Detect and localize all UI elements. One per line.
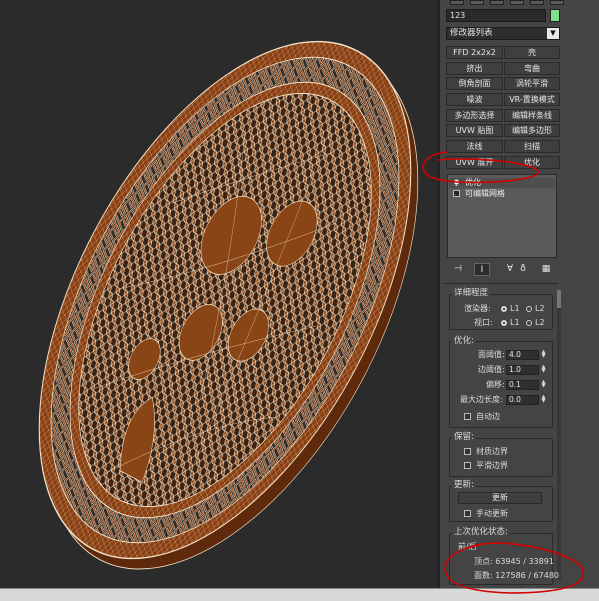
configure-sets-icon[interactable]: ▦ bbox=[539, 263, 553, 276]
spinner-arrows-icon[interactable]: ▲ ▼ bbox=[540, 365, 547, 375]
svg-text:-: - bbox=[455, 192, 457, 197]
panel-scrollbar[interactable] bbox=[557, 290, 561, 580]
viewport-3d[interactable] bbox=[0, 0, 438, 588]
modifier-button[interactable]: 倒角剖面 bbox=[446, 77, 503, 90]
modifier-button[interactable]: 多边形选择 bbox=[446, 109, 503, 122]
viewport-l2-radio[interactable] bbox=[526, 320, 532, 326]
bias-label: 偏移: bbox=[486, 380, 505, 389]
auto-edge-label: 自动边 bbox=[476, 412, 500, 421]
modifier-stack[interactable]: 优化 - 可编辑网格 bbox=[447, 174, 557, 258]
preserve-title: 保留: bbox=[452, 432, 476, 442]
modifier-button[interactable]: UVW 展开 bbox=[446, 156, 503, 169]
modifier-button[interactable]: 编辑多边形 bbox=[504, 124, 560, 137]
renderer-l2-radio[interactable] bbox=[526, 306, 532, 312]
panel-scroll-thumb[interactable] bbox=[557, 290, 561, 308]
max-edge-length-spinner[interactable]: 0.0 bbox=[506, 395, 539, 405]
stack-item-editable-mesh[interactable]: - 可编辑网格 bbox=[449, 189, 555, 199]
stack-item-label: 优化 bbox=[465, 178, 481, 187]
viewport-l2-label: L2 bbox=[535, 318, 545, 327]
optimize-title: 优化: bbox=[452, 336, 476, 346]
chevron-down-icon: ▼ bbox=[547, 28, 559, 39]
object-name-field[interactable]: 123 bbox=[446, 9, 546, 22]
face-threshold-spinner[interactable]: 4.0 bbox=[506, 350, 539, 360]
modifier-button[interactable]: FFD 2x2x2 bbox=[446, 46, 503, 59]
update-title: 更新: bbox=[452, 480, 476, 490]
smooth-boundary-checkbox[interactable] bbox=[464, 462, 471, 469]
modifier-button[interactable]: 法线 bbox=[446, 140, 503, 153]
edge-threshold-spinner[interactable]: 1.0 bbox=[506, 365, 539, 375]
modifier-button[interactable]: 涡轮平滑 bbox=[504, 77, 560, 90]
tab-motion[interactable] bbox=[510, 0, 524, 5]
modifier-button[interactable]: 挤出 bbox=[446, 62, 503, 75]
vertex-count: 顶点: 63945 / 33891 bbox=[474, 557, 554, 566]
modifier-button[interactable]: UVW 贴图 bbox=[446, 124, 503, 137]
renderer-l1-label: L1 bbox=[510, 304, 520, 313]
renderer-label: 渲染器: bbox=[464, 304, 491, 313]
viewport-l1-label: L1 bbox=[510, 318, 520, 327]
show-end-result-icon[interactable]: Ⅰ bbox=[474, 263, 490, 276]
manual-update-label: 手动更新 bbox=[476, 509, 508, 518]
before-after-label: 前/后 bbox=[458, 542, 477, 551]
manual-update-checkbox[interactable] bbox=[464, 510, 471, 517]
panel-divider bbox=[443, 283, 558, 284]
tab-display[interactable] bbox=[530, 0, 544, 5]
max-edge-length-label: 最大边长度: bbox=[460, 395, 503, 404]
material-boundary-checkbox[interactable] bbox=[464, 448, 471, 455]
modifier-button[interactable]: 壳 bbox=[504, 46, 560, 59]
modifier-button[interactable]: 扫描 bbox=[504, 140, 560, 153]
tab-modify[interactable] bbox=[470, 0, 484, 5]
mesh-icon: - bbox=[453, 190, 460, 197]
panel-tabs bbox=[446, 0, 592, 5]
modifier-list-label: 修改器列表 bbox=[450, 28, 493, 38]
spinner-arrows-icon[interactable]: ▲ ▼ bbox=[540, 380, 547, 390]
edge-threshold-label: 边阈值: bbox=[478, 365, 505, 374]
smooth-boundary-label: 平滑边界 bbox=[476, 461, 508, 470]
preserve-group bbox=[449, 438, 553, 477]
remove-modifier-icon[interactable]: ð bbox=[517, 263, 529, 276]
modifier-button[interactable]: 弯曲 bbox=[504, 62, 560, 75]
stack-toolbar: ⊣ Ⅰ ∀ ð ▦ bbox=[447, 263, 557, 277]
status-strip bbox=[0, 588, 599, 601]
tab-create[interactable] bbox=[450, 0, 464, 5]
face-count: 面数: 127586 / 67480 bbox=[474, 571, 560, 580]
make-unique-icon[interactable]: ∀ bbox=[503, 263, 517, 276]
tab-hierarchy[interactable] bbox=[490, 0, 504, 5]
stack-item-label: 可编辑网格 bbox=[465, 189, 505, 198]
viewport-l1-radio[interactable] bbox=[501, 320, 507, 326]
last-status-title: 上次优化状态: bbox=[452, 527, 510, 537]
auto-edge-checkbox[interactable] bbox=[464, 413, 471, 420]
spinner-arrows-icon[interactable]: ▲ ▼ bbox=[540, 395, 547, 405]
viewport-label: 视口: bbox=[474, 318, 493, 327]
renderer-l2-label: L2 bbox=[535, 304, 545, 313]
level-of-detail-title: 详细程度 bbox=[452, 288, 491, 298]
material-boundary-label: 材质边界 bbox=[476, 447, 508, 456]
carved-panel-model[interactable] bbox=[0, 0, 438, 588]
modifier-list-dropdown[interactable]: 修改器列表 ▼ bbox=[446, 27, 560, 40]
tab-utilities[interactable] bbox=[550, 0, 564, 5]
object-color-swatch[interactable] bbox=[550, 9, 560, 22]
stack-item-optimize[interactable]: 优化 bbox=[449, 178, 555, 188]
face-threshold-label: 面阈值: bbox=[478, 350, 505, 359]
modifier-button[interactable]: 编辑样条线 bbox=[504, 109, 560, 122]
renderer-l1-radio[interactable] bbox=[501, 306, 507, 312]
bias-spinner[interactable]: 0.1 bbox=[506, 380, 539, 390]
pin-stack-icon[interactable]: ⊣ bbox=[451, 263, 465, 276]
update-button[interactable]: 更新 bbox=[458, 492, 542, 504]
modifier-button[interactable]: 优化 bbox=[504, 156, 560, 169]
lightbulb-icon[interactable] bbox=[453, 179, 460, 186]
modifier-button[interactable]: 噪波 bbox=[446, 93, 503, 106]
spinner-arrows-icon[interactable]: ▲ ▼ bbox=[540, 350, 547, 360]
modifier-button[interactable]: VR-置换模式 bbox=[504, 93, 560, 106]
